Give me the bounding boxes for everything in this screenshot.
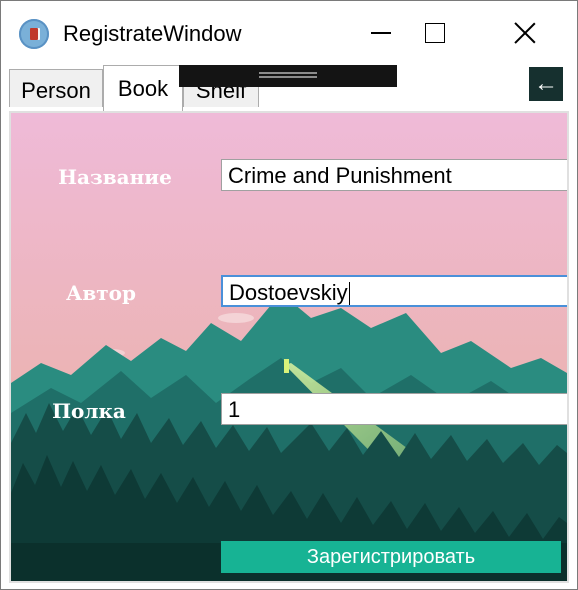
app-icon [19,19,49,49]
book-tab-content: Название Crime and Punishment Автор Dost… [9,111,569,583]
title-label: Название [58,165,172,189]
title-field[interactable]: Crime and Punishment [221,159,567,191]
minimize-icon [371,32,391,34]
grip-icon [259,72,317,74]
author-field-value: Dostoevskiy [229,280,348,305]
maximize-icon [425,23,445,43]
maximize-button[interactable] [405,13,465,53]
author-field[interactable]: Dostoevskiy [221,275,567,307]
author-label: Автор [66,281,136,305]
registrate-window: RegistrateWindow Person Book Shelf ← Наз… [0,0,578,590]
text-caret [348,282,351,305]
back-button[interactable]: ← [529,67,563,101]
shelf-field[interactable]: 1 [221,393,567,425]
window-title: RegistrateWindow [63,21,242,46]
tab-person[interactable]: Person [9,69,103,107]
title-bar[interactable]: RegistrateWindow [1,1,577,65]
drag-handle[interactable] [179,65,397,87]
close-icon [513,21,537,45]
minimize-button[interactable] [351,13,411,53]
close-button[interactable] [495,13,555,53]
tab-book[interactable]: Book [103,65,183,111]
shelf-label: Полка [52,399,126,423]
register-button[interactable]: Зарегистрировать [221,541,561,573]
